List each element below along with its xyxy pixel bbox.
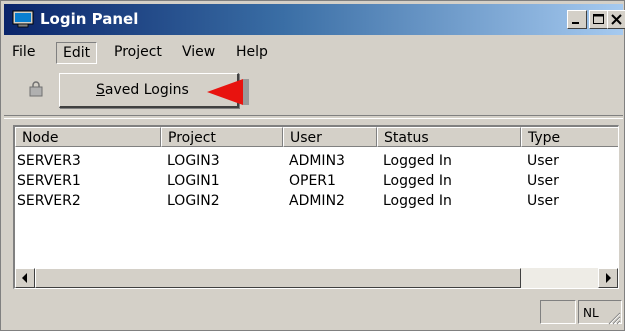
maximize-button[interactable] bbox=[589, 10, 609, 29]
minimize-button[interactable] bbox=[567, 10, 587, 29]
menu-help[interactable]: Help bbox=[230, 42, 274, 62]
cell-user: ADMIN3 bbox=[289, 153, 345, 169]
resize-grip-icon[interactable] bbox=[607, 311, 621, 325]
red-arrow-icon bbox=[207, 79, 249, 105]
status-bar: NL bbox=[4, 297, 623, 327]
arrow-right-icon bbox=[606, 273, 611, 283]
maximize-icon bbox=[593, 14, 604, 24]
cell-type: User bbox=[527, 193, 559, 209]
saved-logins-mnemonic: S bbox=[96, 82, 105, 98]
cell-type: User bbox=[527, 153, 559, 169]
cell-user: OPER1 bbox=[289, 173, 336, 189]
num-lock-indicator: NL bbox=[583, 306, 599, 320]
list-header: Node Project User Status Type bbox=[15, 127, 618, 149]
scroll-left-button[interactable] bbox=[15, 268, 35, 288]
scroll-right-button[interactable] bbox=[598, 268, 618, 288]
saved-logins-label-rest: aved Logins bbox=[104, 82, 189, 98]
window-title: Login Panel bbox=[40, 10, 139, 28]
title-bar[interactable]: Login Panel bbox=[4, 4, 625, 35]
cell-status: Logged In bbox=[383, 173, 452, 189]
menu-edit[interactable]: Edit bbox=[56, 42, 98, 64]
cell-project: LOGIN1 bbox=[167, 173, 220, 189]
menu-project[interactable]: Project bbox=[108, 42, 168, 62]
menu-view[interactable]: View bbox=[176, 42, 221, 62]
column-header-status[interactable]: Status bbox=[377, 127, 521, 147]
close-button[interactable] bbox=[607, 10, 625, 29]
cell-node: SERVER1 bbox=[17, 173, 81, 189]
column-header-type[interactable]: Type bbox=[521, 127, 618, 147]
column-header-project[interactable]: Project bbox=[161, 127, 283, 147]
horizontal-scrollbar[interactable] bbox=[15, 268, 618, 288]
menu-file[interactable]: File bbox=[6, 42, 41, 62]
close-icon bbox=[611, 14, 622, 25]
monitor-icon bbox=[12, 10, 34, 28]
cell-status: Logged In bbox=[383, 153, 452, 169]
cell-node: SERVER2 bbox=[17, 193, 81, 209]
login-panel-window: Login Panel File Edit Project View Help … bbox=[0, 0, 625, 331]
column-header-node[interactable]: Node bbox=[15, 127, 161, 147]
cell-type: User bbox=[527, 173, 559, 189]
status-pane-empty bbox=[540, 300, 576, 324]
cell-status: Logged In bbox=[383, 193, 452, 209]
scrollbar-thumb[interactable] bbox=[35, 268, 521, 288]
toolbar-separator bbox=[4, 115, 623, 119]
arrow-left-icon bbox=[22, 273, 27, 283]
table-row[interactable]: SERVER2 LOGIN2 ADMIN2 Logged In User bbox=[15, 191, 618, 211]
cell-user: ADMIN2 bbox=[289, 193, 345, 209]
cell-node: SERVER3 bbox=[17, 153, 81, 169]
cell-project: LOGIN3 bbox=[167, 153, 220, 169]
cell-project: LOGIN2 bbox=[167, 193, 220, 209]
login-icon[interactable] bbox=[28, 81, 46, 99]
menu-bar: File Edit Project View Help bbox=[4, 39, 623, 64]
table-row[interactable]: SERVER3 LOGIN3 ADMIN3 Logged In User bbox=[15, 151, 618, 171]
minimize-icon bbox=[572, 22, 579, 24]
column-header-user[interactable]: User bbox=[283, 127, 377, 147]
saved-logins-menu-item[interactable]: Saved Logins bbox=[96, 81, 189, 99]
login-list[interactable]: Node Project User Status Type SERVER3 LO… bbox=[13, 125, 619, 289]
table-row[interactable]: SERVER1 LOGIN1 OPER1 Logged In User bbox=[15, 171, 618, 191]
